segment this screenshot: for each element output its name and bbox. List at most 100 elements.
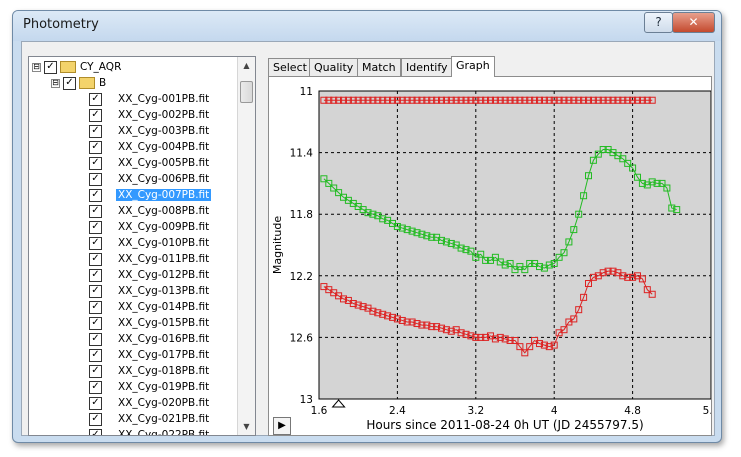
collapse-icon[interactable]: ⊟ [51,78,60,88]
file-checkbox[interactable]: ✓ [89,300,102,314]
file-row[interactable]: ✓ XX_Cyg-016PB.fit [89,331,211,347]
group-checkbox[interactable]: ✓ [63,76,76,90]
file-label: XX_Cyg-018PB.fit [118,365,210,377]
tab-graph[interactable]: Graph [451,56,495,77]
tree-scrollbar[interactable]: ▲ ▼ [237,57,255,435]
scroll-up-icon[interactable]: ▲ [240,59,253,72]
tree-root-row[interactable]: ⊟ ✓ CY_AQR [32,59,121,75]
x-tick-label: 2.4 [389,405,406,417]
file-row[interactable]: ✓ XX_Cyg-021PB.fit [89,411,211,427]
file-checkbox[interactable]: ✓ [89,156,102,170]
tree-group-row[interactable]: ⊟ ✓ B [51,75,106,91]
file-checkbox[interactable]: ✓ [89,236,102,250]
file-checkbox[interactable]: ✓ [89,252,102,266]
file-label: XX_Cyg-012PB.fit [118,269,210,281]
title-bar[interactable]: Photometry ? ✕ [13,11,721,41]
file-label: XX_Cyg-004PB.fit [118,141,210,153]
root-checkbox[interactable]: ✓ [44,60,57,74]
file-row[interactable]: ✓ XX_Cyg-007PB.fit [89,187,212,203]
scroll-thumb[interactable] [240,81,253,103]
file-checkbox[interactable]: ✓ [89,124,102,138]
file-checkbox[interactable]: ✓ [89,204,102,218]
file-checkbox[interactable]: ✓ [89,348,102,362]
file-row[interactable]: ✓ XX_Cyg-009PB.fit [89,219,211,235]
file-label: XX_Cyg-017PB.fit [118,349,210,361]
file-checkbox[interactable]: ✓ [89,220,102,234]
file-label: XX_Cyg-015PB.fit [118,317,210,329]
file-checkbox[interactable]: ✓ [89,108,102,122]
file-row[interactable]: ✓ XX_Cyg-005PB.fit [89,155,211,171]
file-checkbox[interactable]: ✓ [89,316,102,330]
y-tick-label: 11 [300,86,313,98]
file-label: XX_Cyg-003PB.fit [118,125,210,137]
scroll-down-icon[interactable]: ▼ [240,420,253,433]
cursor-play-button[interactable]: ▶ [273,417,291,435]
file-checkbox[interactable]: ✓ [89,428,102,435]
plot-area [318,90,712,400]
tab-quality[interactable]: Quality [309,58,359,76]
tab-identify[interactable]: Identify [401,58,453,76]
file-label: XX_Cyg-005PB.fit [118,157,210,169]
file-label: XX_Cyg-001PB.fit [118,93,210,105]
file-checkbox[interactable]: ✓ [89,332,102,346]
file-checkbox[interactable]: ✓ [89,396,102,410]
file-checkbox[interactable]: ✓ [89,172,102,186]
file-row[interactable]: ✓ XX_Cyg-019PB.fit [89,379,211,395]
file-label: XX_Cyg-007PB.fit [116,189,212,201]
file-label: XX_Cyg-013PB.fit [118,285,210,297]
file-row[interactable]: ✓ XX_Cyg-013PB.fit [89,283,211,299]
x-tick-label: 5.6 [703,405,711,417]
y-tick-label: 11.8 [290,209,313,221]
file-checkbox[interactable]: ✓ [89,412,102,426]
file-row[interactable]: ✓ XX_Cyg-008PB.fit [89,203,211,219]
file-tree: ⊟ ✓ CY_AQR ⊟ ✓ B ✓ XX_Cyg-001PB.fit ✓ XX_Cyg-00… [28,56,256,436]
y-axis-label: Magnitude [271,216,284,275]
file-label: XX_Cyg-008PB.fit [118,205,210,217]
tree-root-label: CY_AQR [80,61,122,73]
y-tick-label: 12.6 [290,332,314,344]
file-checkbox[interactable]: ✓ [89,284,102,298]
cursor-marker-icon [331,399,346,408]
client-area: ⊟ ✓ CY_AQR ⊟ ✓ B ✓ XX_Cyg-001PB.fit ✓ XX_Cyg-00… [21,41,720,436]
tab-select[interactable]: Select [268,58,312,76]
help-button[interactable]: ? [644,12,673,33]
file-label: XX_Cyg-009PB.fit [118,221,210,233]
file-checkbox[interactable]: ✓ [89,92,102,106]
collapse-icon[interactable]: ⊟ [32,62,41,72]
file-row[interactable]: ✓ XX_Cyg-015PB.fit [89,315,211,331]
file-label: XX_Cyg-020PB.fit [118,397,210,409]
file-row[interactable]: ✓ XX_Cyg-020PB.fit [89,395,211,411]
x-axis-label: Hours since 2011-08-24 0h UT (JD 2455797… [366,418,643,432]
file-checkbox[interactable]: ✓ [89,188,102,202]
file-checkbox[interactable]: ✓ [89,364,102,378]
folder-icon [79,77,95,89]
light-curve-chart[interactable]: 1.6 2.4 3.2 4 4.8 5.6 11 11.4 11.8 12.2 12.6 13 Hour… [269,77,720,435]
y-tick-label: 11.4 [290,148,314,160]
file-checkbox[interactable]: ✓ [89,380,102,394]
file-row[interactable]: ✓ XX_Cyg-002PB.fit [89,107,211,123]
file-row[interactable]: ✓ XX_Cyg-017PB.fit [89,347,211,363]
file-row[interactable]: ✓ XX_Cyg-022PB.fit [89,427,211,436]
file-checkbox[interactable]: ✓ [89,268,102,282]
x-tick-label: 4.8 [624,405,641,417]
file-label: XX_Cyg-022PB.fit [118,429,210,436]
file-row[interactable]: ✓ XX_Cyg-001PB.fit [89,91,211,107]
file-label: XX_Cyg-010PB.fit [118,237,210,249]
close-button[interactable]: ✕ [672,12,715,33]
file-row[interactable]: ✓ XX_Cyg-003PB.fit [89,123,211,139]
y-tick-label: 12.2 [290,271,313,283]
file-label: XX_Cyg-006PB.fit [118,173,210,185]
file-row[interactable]: ✓ XX_Cyg-018PB.fit [89,363,211,379]
file-row[interactable]: ✓ XX_Cyg-012PB.fit [89,267,211,283]
tab-match[interactable]: Match [357,58,401,76]
file-row[interactable]: ✓ XX_Cyg-010PB.fit [89,235,211,251]
file-row[interactable]: ✓ XX_Cyg-011PB.fit [89,251,211,267]
file-label: XX_Cyg-016PB.fit [118,333,210,345]
file-row[interactable]: ✓ XX_Cyg-014PB.fit [89,299,211,315]
file-label: XX_Cyg-021PB.fit [118,413,210,425]
file-label: XX_Cyg-014PB.fit [118,301,210,313]
file-row[interactable]: ✓ XX_Cyg-004PB.fit [89,139,211,155]
file-checkbox[interactable]: ✓ [89,140,102,154]
x-tick-label: 3.2 [467,405,484,417]
file-row[interactable]: ✓ XX_Cyg-006PB.fit [89,171,211,187]
